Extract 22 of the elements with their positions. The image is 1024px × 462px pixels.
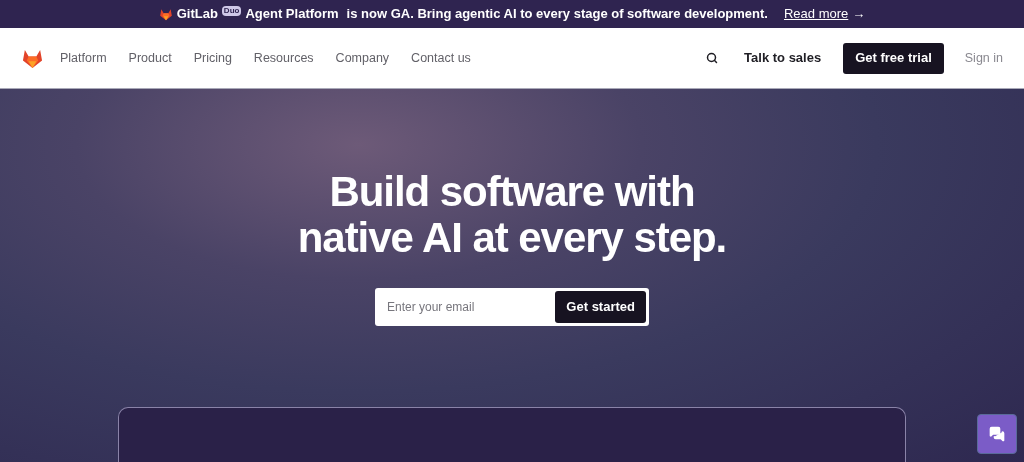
brand-name: GitLab bbox=[176, 5, 218, 24]
free-trial-button[interactable]: Get free trial bbox=[843, 42, 944, 74]
sign-in-link[interactable]: Sign in bbox=[964, 48, 1003, 68]
product-badge: Duo bbox=[221, 6, 242, 16]
nav-link[interactable]: Company bbox=[335, 48, 390, 68]
talk-to-sales-link[interactable]: Talk to sales bbox=[744, 48, 822, 68]
nav-link[interactable]: Platform bbox=[60, 48, 107, 68]
nav-link[interactable]: Pricing bbox=[193, 48, 232, 68]
arrow-icon: → bbox=[852, 4, 866, 24]
announcement-text: is now GA. Bring agentic AI to every stage of software development. bbox=[346, 5, 768, 24]
get-started-button[interactable]: Get started bbox=[555, 291, 646, 323]
nav-link[interactable]: Resources bbox=[253, 48, 314, 68]
search-button[interactable] bbox=[706, 52, 719, 64]
hero-title: Build software with native AI at every step. bbox=[297, 169, 727, 261]
chat-icon bbox=[989, 426, 1005, 442]
read-more-link[interactable]: Read more bbox=[784, 4, 849, 24]
chat-button[interactable] bbox=[977, 414, 1017, 454]
fox-logo-icon bbox=[158, 7, 173, 21]
nav-link[interactable]: Product bbox=[128, 48, 172, 68]
email-field[interactable]: Enter your email Get started bbox=[375, 288, 649, 326]
nav-link[interactable]: Contact us bbox=[411, 48, 471, 68]
product-name: Agent Platform bbox=[245, 5, 339, 24]
